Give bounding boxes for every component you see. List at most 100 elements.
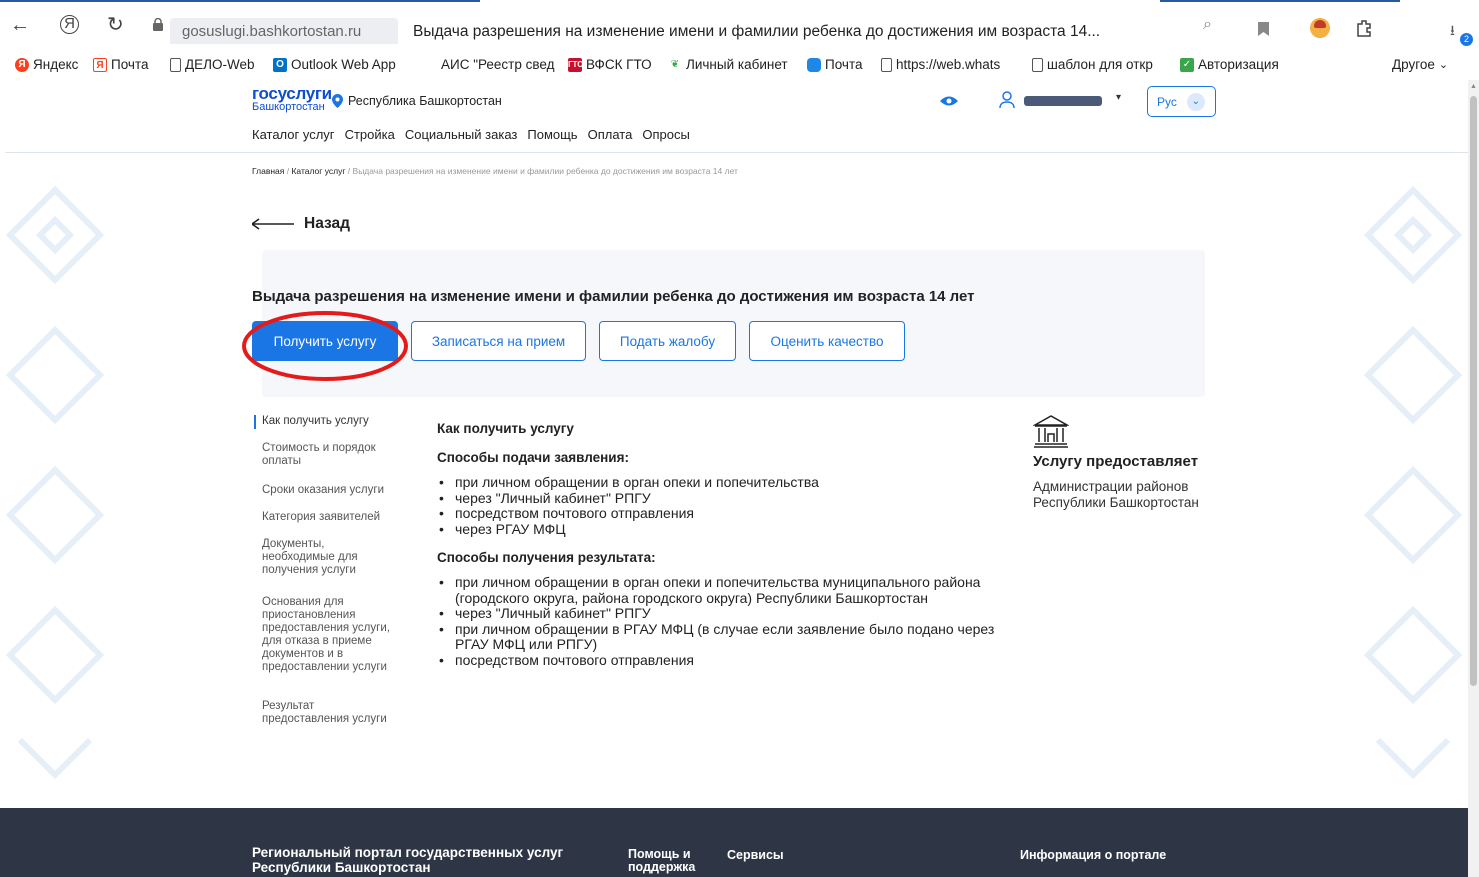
- site-logo[interactable]: госуслуги Башкортостан: [252, 85, 332, 113]
- rate-quality-button[interactable]: Оценить качество: [749, 321, 905, 361]
- provider-text: Администрации районов Республики Башкорт…: [1033, 479, 1199, 510]
- sidebar-item-how[interactable]: Как получить услугу: [262, 415, 412, 428]
- nav-help[interactable]: Помощь: [527, 127, 577, 142]
- site-footer: Региональный портал государственных услу…: [0, 808, 1468, 877]
- bookmark-item[interactable]: АИС "Реестр свед: [423, 57, 554, 72]
- complaint-button[interactable]: Подать жалобу: [599, 321, 736, 361]
- arrow-left-icon: [252, 218, 294, 230]
- footer-portal-title: Региональный портал государственных услу…: [252, 845, 564, 875]
- sidebar-item-grounds[interactable]: Основания для приостановления предоставл…: [262, 596, 408, 674]
- back-arrow-icon[interactable]: ←: [10, 14, 30, 36]
- sidebar-item-cost[interactable]: Стоимость и порядок оплаты: [262, 442, 402, 468]
- download-icon[interactable]: ⭳: [1450, 20, 1455, 44]
- bookmark-label: шаблон для откр: [1047, 57, 1153, 72]
- result-methods-list: при личном обращении в орган опеки и поп…: [437, 574, 997, 668]
- user-dropdown-caret-icon[interactable]: ▾: [1116, 92, 1121, 103]
- bookmark-label: ДЕЛО-Web: [185, 57, 255, 72]
- tab-underline: [1160, 0, 1400, 2]
- nav-payment[interactable]: Оплата: [588, 127, 633, 142]
- search-icon[interactable]: ⌕: [1203, 14, 1212, 36]
- annotation-circle: [242, 311, 408, 381]
- reload-icon[interactable]: ↻: [107, 14, 124, 36]
- mail-icon: [807, 57, 821, 72]
- username-redacted[interactable]: [1024, 96, 1102, 106]
- bookmark-item[interactable]: шаблон для откр: [1032, 57, 1153, 72]
- domain-text: gosuslugi.bashkortostan.ru: [182, 23, 362, 40]
- bookmark-item[interactable]: Почта: [807, 57, 863, 72]
- extension-icon[interactable]: [1355, 19, 1373, 42]
- nav-surveys[interactable]: Опросы: [642, 127, 689, 142]
- bookmark-icon[interactable]: [1258, 22, 1269, 41]
- breadcrumb-catalog[interactable]: Каталог услуг: [291, 166, 345, 176]
- domain-chip[interactable]: gosuslugi.bashkortostan.ru: [170, 18, 398, 44]
- nav-catalog[interactable]: Каталог услуг: [252, 127, 335, 142]
- list-item: при личном обращении в РГАУ МФЦ (в случа…: [437, 621, 997, 653]
- logo-subtext: Башкортостан: [252, 101, 325, 113]
- provider-heading: Услугу предоставляет: [1033, 453, 1199, 470]
- download-badge: 2: [1460, 33, 1473, 46]
- accessibility-eye-icon[interactable]: [940, 94, 958, 112]
- sidebar-item-documents[interactable]: Документы, необходимые для получения усл…: [262, 538, 377, 577]
- chevron-down-icon: ⌄: [1186, 92, 1205, 111]
- bookmark-item[interactable]: ❦ Личный кабинет: [668, 57, 788, 72]
- language-label: Рус: [1157, 94, 1177, 109]
- region-label: Республика Башкортостан: [348, 94, 502, 108]
- language-selector[interactable]: Рус ⌄: [1147, 86, 1216, 117]
- bookmark-label: https://web.whats: [896, 57, 1001, 72]
- scrollbar-thumb[interactable]: [1470, 96, 1477, 686]
- bookmarks-bar: Я Яндекс Я Почта ДЕЛО-Web O Outlook Web App…: [0, 53, 1479, 79]
- service-title: Выдача разрешения на изменение имени и ф…: [252, 288, 975, 305]
- sidebar-item-applicants[interactable]: Категория заявителей: [262, 511, 412, 524]
- bookmark-item[interactable]: Я Почта: [93, 57, 149, 72]
- profile-avatar-icon[interactable]: [1310, 18, 1330, 38]
- bookmark-label: АИС "Реестр свед: [441, 57, 555, 72]
- browser-toolbar: ← Я ↻ gosuslugi.bashkortostan.ru Выдача …: [0, 0, 1479, 50]
- ornament-right-icon: [1363, 185, 1463, 780]
- content-heading: Как получить услугу: [437, 421, 574, 436]
- yandex-browser-icon[interactable]: Я: [60, 15, 79, 34]
- bookmark-other-label: Другое: [1392, 57, 1435, 72]
- bookmark-item[interactable]: ГТО ВФСК ГТО: [568, 57, 652, 72]
- nav-construction[interactable]: Стройка: [345, 127, 395, 142]
- list-item: посредством почтового отправления: [437, 505, 997, 522]
- list-item: через "Личный кабинет" РПГУ: [437, 605, 997, 622]
- page-icon: [170, 57, 181, 72]
- page-icon: [881, 57, 892, 72]
- bookmark-item[interactable]: O Outlook Web App: [273, 57, 396, 72]
- scroll-up-icon[interactable]: ▲: [1470, 83, 1477, 90]
- header-divider: [5, 152, 1468, 153]
- outlook-icon: O: [273, 57, 287, 72]
- bookmark-label: Яндекс: [33, 57, 79, 72]
- bookmark-item[interactable]: ✓ Авторизация: [1180, 57, 1279, 72]
- list-item: при личном обращении в орган опеки и поп…: [437, 474, 997, 491]
- bookmark-item[interactable]: Я Яндекс: [15, 57, 78, 72]
- nav-social-order[interactable]: Социальный заказ: [405, 127, 518, 142]
- bookmark-item[interactable]: ДЕЛО-Web: [170, 57, 255, 72]
- submit-methods-list: при личном обращении в орган опеки и поп…: [437, 474, 997, 537]
- yandex-mail-icon: Я: [93, 57, 107, 72]
- bookmark-label: Почта: [825, 57, 863, 72]
- back-link[interactable]: Назад: [252, 215, 350, 233]
- bookmark-other-folder[interactable]: Другое ⌄: [1392, 57, 1448, 72]
- sidebar-item-terms[interactable]: Сроки оказания услуги: [262, 484, 412, 497]
- lock-icon[interactable]: [153, 17, 163, 31]
- footer-help-link[interactable]: Помощь и поддержка: [628, 848, 713, 874]
- auth-icon: ✓: [1180, 57, 1194, 72]
- bookmark-item[interactable]: https://web.whats: [881, 57, 1000, 72]
- page-icon: [1032, 57, 1043, 72]
- breadcrumb-home[interactable]: Главная: [252, 166, 284, 176]
- sidebar-active-marker: [254, 415, 256, 429]
- region-selector[interactable]: Республика Башкортостан: [332, 94, 502, 108]
- appointment-button[interactable]: Записаться на прием: [411, 321, 586, 361]
- bookmark-label: Авторизация: [1198, 57, 1279, 72]
- bookmark-label: Почта: [111, 57, 149, 72]
- footer-info-link[interactable]: Информация о портале: [1020, 848, 1166, 862]
- footer-services-link[interactable]: Сервисы: [727, 848, 784, 862]
- yandex-icon: Я: [15, 57, 29, 72]
- sidebar-item-result[interactable]: Результат предоставления услуги: [262, 700, 402, 726]
- chevron-down-icon: ⌄: [1438, 59, 1449, 71]
- bookmark-label: Личный кабинет: [686, 57, 788, 72]
- sprout-icon: ❦: [668, 57, 682, 72]
- breadcrumb: Главная / Каталог услуг / Выдача разреше…: [252, 166, 738, 176]
- user-icon[interactable]: [999, 91, 1015, 114]
